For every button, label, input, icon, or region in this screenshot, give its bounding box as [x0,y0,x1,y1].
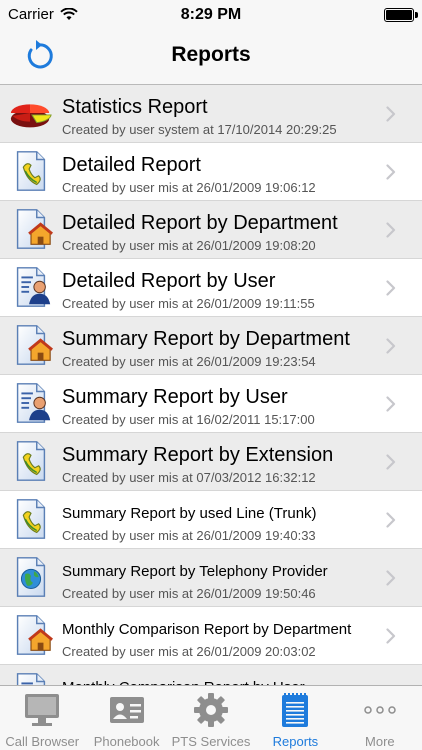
chevron-right-icon [386,454,396,470]
navigation-bar: Reports [0,30,422,85]
report-title: Monthly Comparison Report by Department [62,621,352,638]
report-row[interactable]: Detailed Report by User Created by user m… [0,259,422,317]
report-subtitle: Created by user mis at 26/01/2009 19:11:… [62,296,315,311]
report-subtitle: Created by user mis at 16/02/2011 15:17:… [62,412,315,427]
phone-document-icon [16,441,46,481]
report-title: Summary Report by Extension [62,444,334,466]
tab-label: Reports [272,734,319,749]
pie-chart-icon [10,104,52,128]
chevron-right-icon [386,628,396,644]
status-time: 8:29 PM [180,6,242,23]
report-title: Summary Report by User [62,386,288,408]
chevron-right-icon [386,106,396,122]
more-dots-icon [364,706,396,714]
chevron-right-icon [386,164,396,180]
report-subtitle: Created by user mis at 26/01/2009 19:23:… [62,354,316,369]
report-subtitle: Created by user mis at 26/01/2009 19:50:… [62,586,316,601]
tab-reports[interactable]: Reports [253,686,337,750]
report-row[interactable]: Summary Report by used Line (Trunk) Creat… [0,491,422,549]
report-title: Summary Report by used Line (Trunk) [62,505,317,522]
tab-call-browser[interactable]: Call Browser [0,686,84,750]
report-title: Detailed Report by User [62,270,276,292]
report-subtitle: Created by user mis at 26/01/2009 19:40:… [62,528,316,543]
chevron-right-icon [386,222,396,238]
report-row[interactable]: Detailed Report by Department Created by … [0,201,422,259]
tab-more[interactable]: More [338,686,422,750]
report-row[interactable]: Monthly Comparison Report by Department C… [0,607,422,665]
user-document-icon [16,383,51,423]
report-title: Summary Report by Telephony Provider [62,563,328,580]
chevron-right-icon [386,396,396,412]
tab-label: More [365,734,395,749]
page-title: Reports [171,43,251,66]
report-title: Statistics Report [62,96,208,118]
tab-phonebook[interactable]: Phonebook [84,686,168,750]
globe-document-icon [16,557,46,597]
report-row[interactable]: Monthly Comparison Report by User [0,665,422,685]
chevron-right-icon [386,512,396,528]
tab-bar: Call Browser Phonebook PTS Services Reports… [0,685,422,750]
house-document-icon [16,325,54,365]
user-document-icon [16,267,51,307]
report-subtitle: Created by user system at 17/10/2014 20:… [62,122,337,137]
report-row[interactable]: Summary Report by Telephony Provider Crea… [0,549,422,607]
contact-card-icon [109,697,144,723]
phone-document-icon [16,499,46,539]
report-subtitle: Created by user mis at 07/03/2012 16:32:… [62,470,316,485]
reports-list: Statistics Report Created by user system … [0,85,422,685]
report-row[interactable]: Summary Report by Extension Created by us… [0,433,422,491]
report-subtitle: Created by user mis at 26/01/2009 19:06:… [62,180,316,195]
chevron-right-icon [386,280,396,296]
gear-icon [194,693,229,727]
house-document-icon [16,615,54,655]
tab-label: Phonebook [93,734,160,749]
report-row[interactable]: Summary Report by User Created by user mi… [0,375,422,433]
report-row[interactable]: Statistics Report Created by user system … [0,85,422,143]
notepad-icon [282,693,309,727]
battery-icon [384,8,418,22]
house-document-icon [16,209,54,249]
report-title: Summary Report by Department [62,328,350,350]
tab-pts-services[interactable]: PTS Services [169,686,253,750]
monitor-icon [25,694,60,726]
phone-document-icon [16,151,46,191]
tab-label: PTS Services [171,734,251,749]
report-title: Detailed Report by Department [62,212,338,234]
chevron-right-icon [386,338,396,354]
report-row[interactable]: Detailed Report Created by user mis at 26… [0,143,422,201]
report-subtitle: Created by user mis at 26/01/2009 19:08:… [62,238,316,253]
user-document-icon [16,673,46,685]
tab-label: Call Browser [5,734,80,749]
report-subtitle: Created by user mis at 26/01/2009 20:03:… [62,644,316,659]
chevron-right-icon [386,570,396,586]
report-title: Detailed Report [62,154,201,176]
status-bar: Carrier 8:29 PM [0,0,422,30]
report-row[interactable]: Summary Report by Department Created by u… [0,317,422,375]
